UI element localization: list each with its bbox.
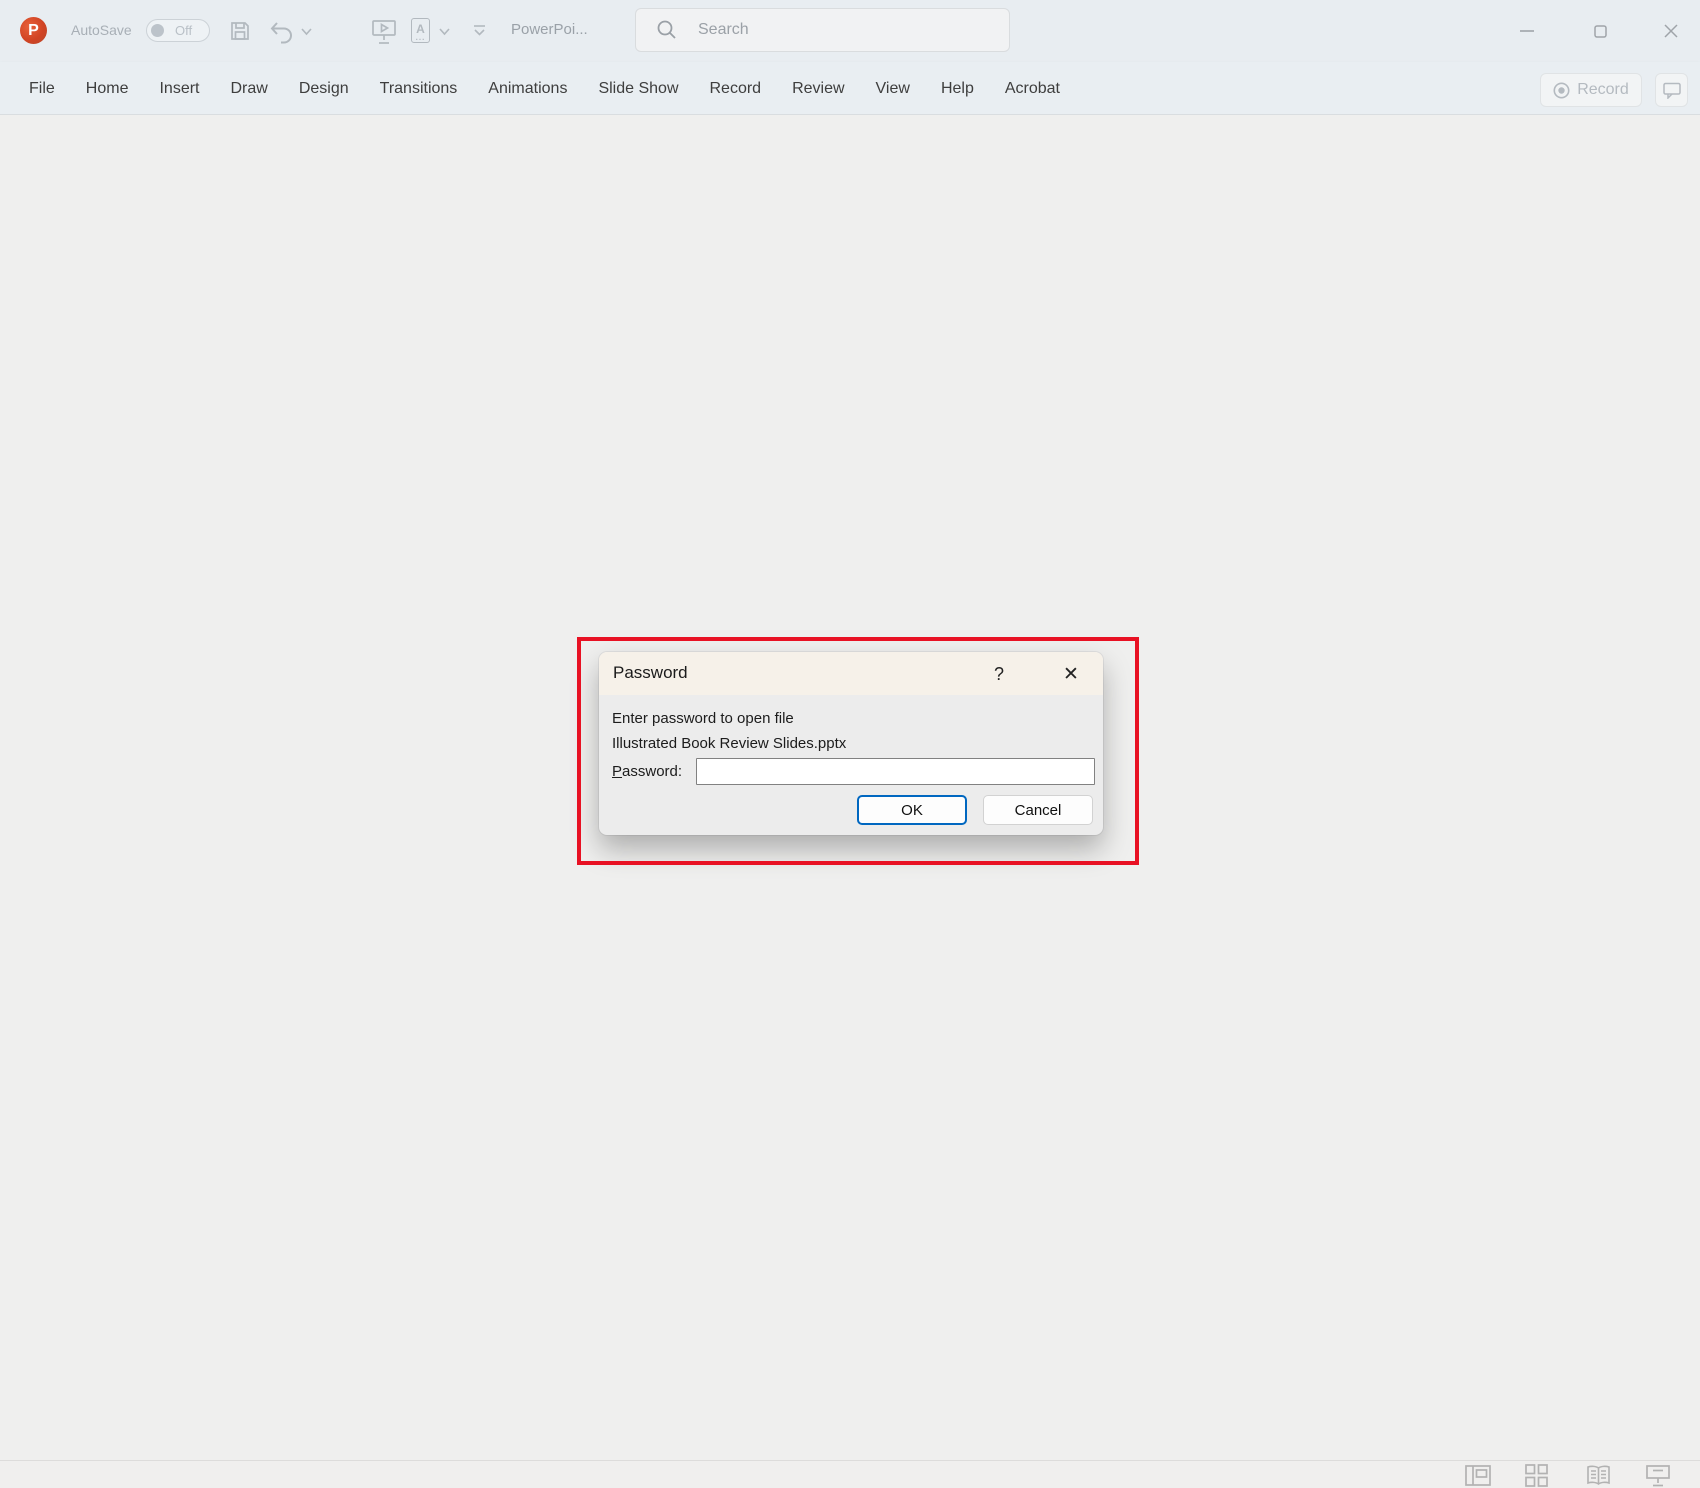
help-icon: ? [993,663,1004,684]
dialog-filename: Illustrated Book Review Slides.pptx [612,735,847,752]
dialog-close-button[interactable]: ✕ [1055,659,1087,689]
password-dialog-title: Password [613,663,688,682]
customize-quick-access-toolbar-icon[interactable] [472,23,487,38]
maximize-button[interactable] [1577,0,1623,62]
tab-home[interactable]: Home [86,80,129,98]
record-icon [1553,82,1570,98]
search-box[interactable] [635,8,1010,52]
ribbon-tabs: File Home Insert Draw Design Transitions… [29,62,1060,115]
maximize-icon [1593,24,1607,38]
slide-sorter-view-button[interactable] [1516,1463,1556,1487]
tab-view[interactable]: View [876,80,910,98]
tab-transitions[interactable]: Transitions [380,80,458,98]
minimize-icon [1520,30,1534,32]
save-icon[interactable] [228,19,252,43]
record-button[interactable]: Record [1540,73,1642,107]
slideshow-view-icon [1646,1464,1670,1486]
password-input[interactable] [696,758,1095,785]
reading-view-button[interactable] [1578,1463,1618,1487]
slideshow-view-button[interactable] [1638,1463,1678,1487]
title-bar: P AutoSave Off A ... PowerPoi... Search [0,0,1700,62]
dialog-help-button[interactable]: ? [987,660,1011,688]
search-input[interactable] [698,21,978,39]
tab-record[interactable]: Record [710,80,762,98]
password-dialog-title-bar[interactable]: Password ? ✕ [599,652,1103,695]
tab-file[interactable]: File [29,80,55,98]
undo-icon[interactable] [268,19,294,45]
record-button-label: Record [1577,81,1629,98]
ribbon-tab-bar: File Home Insert Draw Design Transitions… [0,62,1700,115]
font-style-icon[interactable]: A... [411,18,430,43]
ok-button[interactable]: OK [857,795,967,825]
dialog-message: Enter password to open file [612,710,794,727]
comments-icon [1662,82,1681,99]
tab-draw[interactable]: Draw [230,80,267,98]
tab-insert[interactable]: Insert [159,80,199,98]
autosave-toggle-knob [151,23,164,37]
reading-view-icon [1586,1465,1610,1485]
tab-acrobat[interactable]: Acrobat [1005,80,1060,98]
tab-design[interactable]: Design [299,80,349,98]
close-window-button[interactable] [1648,0,1694,62]
font-style-dropdown-chevron-icon[interactable] [439,28,450,36]
password-dialog: Password ? ✕ Enter password to open file… [599,652,1103,835]
cancel-button-label: Cancel [1014,801,1062,819]
normal-view-icon [1465,1464,1491,1486]
document-title: PowerPoi... [511,21,588,38]
minimize-button[interactable] [1504,0,1550,62]
tab-help[interactable]: Help [941,80,974,98]
powerpoint-logo-icon: P [20,17,47,44]
search-icon [657,20,676,39]
close-icon [1664,24,1678,38]
tab-animations[interactable]: Animations [488,80,567,98]
status-bar [0,1460,1700,1488]
autosave-label: AutoSave [71,22,132,38]
normal-view-button[interactable] [1458,1463,1498,1487]
tab-review[interactable]: Review [792,80,844,98]
slide-sorter-icon [1524,1463,1548,1487]
cancel-button[interactable]: Cancel [983,795,1093,825]
start-slideshow-icon[interactable] [371,18,397,45]
undo-dropdown-chevron-icon[interactable] [301,28,312,36]
powerpoint-window: P AutoSave Off A ... PowerPoi... Search … [0,0,1700,1488]
autosave-state-label: Off [175,23,193,38]
comments-button[interactable] [1655,73,1688,107]
password-field-label: Password: [612,763,683,780]
ok-button-label: OK [901,801,923,819]
tab-slide-show[interactable]: Slide Show [598,80,678,98]
dialog-close-icon: ✕ [1063,663,1079,685]
autosave-toggle[interactable]: Off [146,19,210,42]
